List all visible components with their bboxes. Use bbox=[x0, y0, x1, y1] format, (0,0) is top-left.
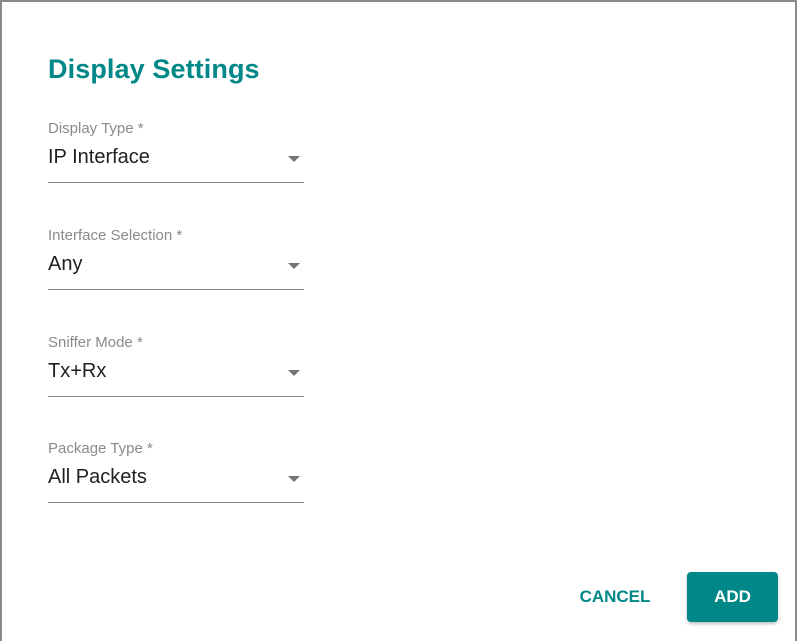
dropdown-arrow-icon[interactable] bbox=[288, 263, 300, 269]
dialog-title: Display Settings bbox=[48, 54, 260, 84]
interface-selection-value[interactable]: Any bbox=[48, 253, 82, 276]
cancel-button[interactable]: CANCEL bbox=[568, 572, 662, 622]
interface-selection-label: Interface Selection * bbox=[48, 227, 183, 244]
display-type-select[interactable]: Display Type * IP Interface bbox=[48, 120, 304, 186]
display-settings-dialog: Display Settings Display Type * IP Inter… bbox=[0, 0, 797, 641]
display-type-value[interactable]: IP Interface bbox=[48, 146, 150, 169]
field-underline bbox=[48, 289, 304, 290]
package-type-select[interactable]: Package Type * All Packets bbox=[48, 440, 304, 506]
interface-selection-select[interactable]: Interface Selection * Any bbox=[48, 227, 304, 293]
field-underline bbox=[48, 502, 304, 503]
field-underline bbox=[48, 396, 304, 397]
dropdown-arrow-icon[interactable] bbox=[288, 370, 300, 376]
package-type-label: Package Type * bbox=[48, 440, 153, 457]
dropdown-arrow-icon[interactable] bbox=[288, 156, 300, 162]
sniffer-mode-label: Sniffer Mode * bbox=[48, 334, 143, 351]
display-type-label: Display Type * bbox=[48, 120, 144, 137]
add-button[interactable]: ADD bbox=[687, 572, 778, 622]
package-type-value[interactable]: All Packets bbox=[48, 466, 147, 489]
sniffer-mode-value[interactable]: Tx+Rx bbox=[48, 360, 106, 383]
dropdown-arrow-icon[interactable] bbox=[288, 476, 300, 482]
field-underline bbox=[48, 182, 304, 183]
sniffer-mode-select[interactable]: Sniffer Mode * Tx+Rx bbox=[48, 334, 304, 400]
